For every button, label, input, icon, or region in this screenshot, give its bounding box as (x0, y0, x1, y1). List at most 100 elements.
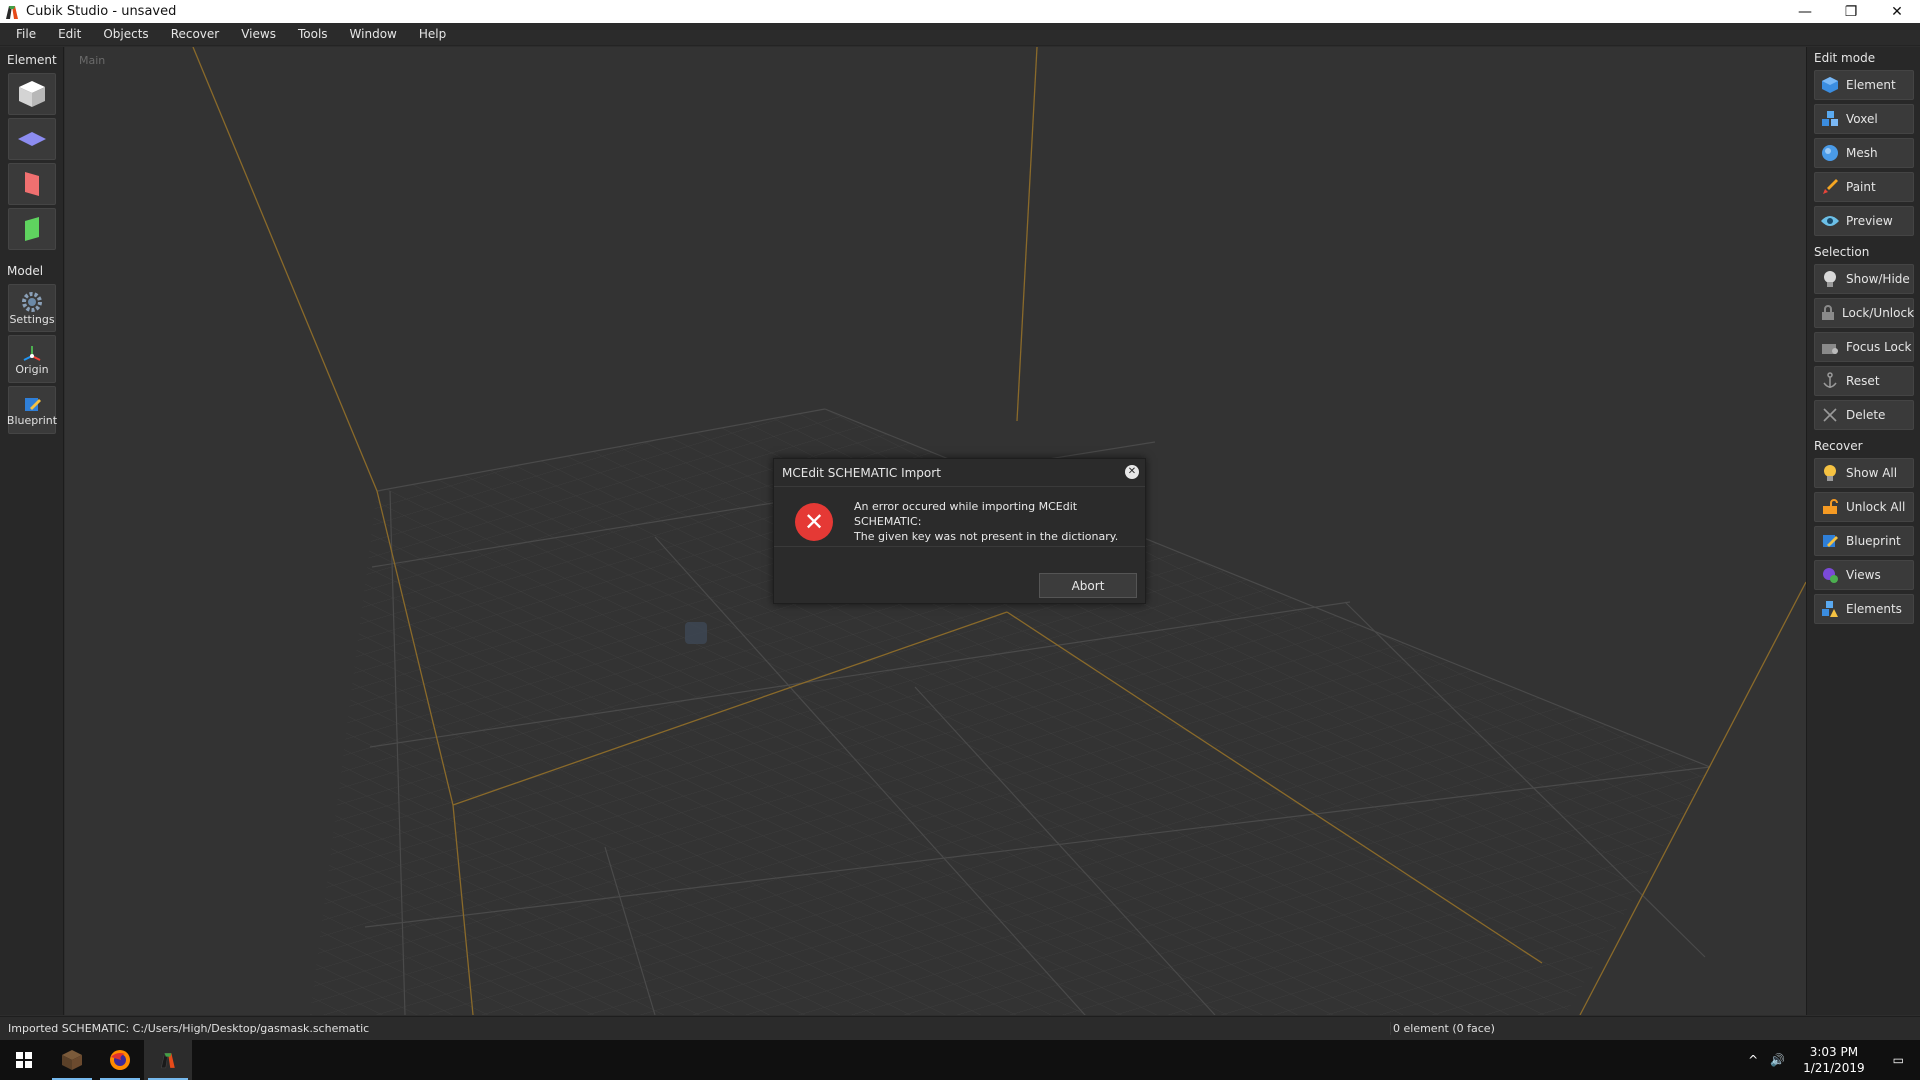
close-window-button[interactable]: ✕ (1874, 0, 1920, 23)
windows-taskbar: ^ 🔊 3:03 PM 1/21/2019 ▭ (0, 1040, 1920, 1080)
show-all-button[interactable]: Show All (1814, 458, 1914, 488)
delete-label: Delete (1846, 408, 1886, 422)
menu-window[interactable]: Window (339, 23, 408, 46)
dialog-close-icon[interactable]: ✕ (1125, 465, 1139, 479)
title-bar: Cubik Studio - unsaved — ❐ ✕ (0, 0, 1920, 23)
edit-mode-preview-button[interactable]: Preview (1814, 206, 1914, 236)
gear-icon (22, 291, 42, 312)
edit-mode-element-button[interactable]: Element (1814, 70, 1914, 100)
menu-objects[interactable]: Objects (92, 23, 159, 46)
eye-icon (1820, 211, 1840, 231)
minimize-button[interactable]: — (1782, 0, 1828, 23)
volume-icon[interactable]: 🔊 (1764, 1053, 1791, 1067)
dialog-title: MCEdit SCHEMATIC Import (774, 459, 1145, 487)
window-title: Cubik Studio - unsaved (26, 4, 177, 19)
reset-label: Reset (1846, 374, 1880, 388)
firefox-icon (110, 1050, 130, 1070)
focus-lock-icon (1820, 337, 1840, 357)
menu-file[interactable]: File (0, 23, 47, 46)
brush-icon (1820, 177, 1840, 197)
views-icon (1820, 565, 1840, 585)
selection-title: Selection (1814, 245, 1870, 259)
status-bar: Imported SCHEMATIC: C:/Users/High/Deskto… (0, 1016, 1920, 1040)
menu-help[interactable]: Help (408, 23, 457, 46)
green-face-icon (25, 217, 39, 241)
status-message: Imported SCHEMATIC: C:/Users/High/Deskto… (8, 1022, 370, 1035)
lock-icon (1820, 303, 1836, 323)
cubik-app-icon (6, 5, 18, 19)
taskbar-firefox[interactable] (96, 1040, 144, 1080)
cubik-studio-icon (160, 1052, 175, 1069)
notification-icon[interactable]: ▭ (1877, 1053, 1920, 1067)
taskbar-cubik-studio[interactable] (144, 1040, 192, 1080)
focus-lock-button[interactable]: Focus Lock (1814, 332, 1914, 362)
left-toolbar: Element Model Settings Origin Blueprint (0, 47, 64, 1015)
settings-label: Settings (9, 312, 55, 326)
dialog-message-line2: The given key was not present in the dic… (854, 530, 1119, 543)
error-icon: ✕ (795, 503, 833, 541)
delete-button[interactable]: Delete (1814, 400, 1914, 430)
voxel-icon (1820, 109, 1840, 129)
dialog-message-line1: An error occured while importing MCEdit … (854, 500, 1078, 528)
import-error-dialog: MCEdit SCHEMATIC Import ✕ ✕ An error occ… (773, 458, 1146, 604)
reset-button[interactable]: Reset (1814, 366, 1914, 396)
preview-label: Preview (1846, 214, 1893, 228)
menu-views[interactable]: Views (230, 23, 287, 46)
taskbar-minecraft[interactable] (48, 1040, 96, 1080)
sphere-icon (1820, 143, 1840, 163)
origin-axes-icon (23, 345, 41, 361)
settings-button[interactable]: Settings (8, 284, 56, 332)
mesh-label: Mesh (1846, 146, 1878, 160)
unlock-icon (1820, 497, 1840, 517)
abort-button[interactable]: Abort (1039, 573, 1137, 598)
recover-title: Recover (1814, 439, 1863, 453)
edit-mode-title: Edit mode (1814, 51, 1876, 65)
unlock-all-button[interactable]: Unlock All (1814, 492, 1914, 522)
dialog-message: An error occured while importing MCEdit … (854, 499, 1139, 544)
menu-recover[interactable]: Recover (160, 23, 231, 46)
show-hide-label: Show/Hide (1846, 272, 1910, 286)
viewport-label: Main (79, 54, 106, 67)
lock-unlock-button[interactable]: Lock/Unlock (1814, 298, 1914, 328)
right-panel: Edit mode Element Voxel Mesh Paint Previ… (1806, 47, 1920, 1015)
recover-elements-label: Elements (1846, 602, 1902, 616)
lock-unlock-label: Lock/Unlock (1842, 306, 1915, 320)
edit-mode-mesh-button[interactable]: Mesh (1814, 138, 1914, 168)
start-button[interactable] (0, 1040, 48, 1080)
blueprint-icon (25, 397, 41, 411)
clock[interactable]: 3:03 PM 1/21/2019 (1791, 1044, 1877, 1076)
cube-icon (19, 81, 45, 107)
add-face-x-button[interactable] (8, 163, 56, 205)
bulb-on-icon (1820, 463, 1840, 483)
bulb-icon (1820, 269, 1840, 289)
plane-icon (18, 132, 46, 146)
focus-lock-label: Focus Lock (1846, 340, 1912, 354)
origin-button[interactable]: Origin (8, 335, 56, 383)
recover-views-button[interactable]: Views (1814, 560, 1914, 590)
add-face-z-button[interactable] (8, 208, 56, 250)
clock-time: 3:03 PM (1809, 1045, 1859, 1059)
tray-chevron-icon[interactable]: ^ (1742, 1053, 1764, 1067)
add-cube-button[interactable] (8, 73, 56, 115)
blueprint-label: Blueprint (6, 413, 58, 427)
menu-tools[interactable]: Tools (287, 23, 339, 46)
show-hide-button[interactable]: Show/Hide (1814, 264, 1914, 294)
menu-bar: File Edit Objects Recover Views Tools Wi… (0, 23, 1920, 46)
recover-elements-button[interactable]: Elements (1814, 594, 1914, 624)
recover-blueprint-button[interactable]: Blueprint (1814, 526, 1914, 556)
menu-edit[interactable]: Edit (47, 23, 92, 46)
edit-mode-voxel-button[interactable]: Voxel (1814, 104, 1914, 134)
edit-mode-paint-button[interactable]: Paint (1814, 172, 1914, 202)
element-section-label: Element (7, 53, 57, 67)
voxel-label: Voxel (1846, 112, 1878, 126)
blueprint-pencil-icon (1820, 531, 1840, 551)
windows-start-icon (16, 1052, 32, 1068)
add-plane-button[interactable] (8, 118, 56, 160)
blueprint-button[interactable]: Blueprint (6, 386, 58, 434)
paint-label: Paint (1846, 180, 1876, 194)
restore-button[interactable]: ❐ (1828, 0, 1874, 23)
elements-warning-icon (1820, 599, 1840, 619)
delete-x-icon (1820, 405, 1840, 425)
clock-date: 1/21/2019 (1803, 1061, 1865, 1075)
system-tray: ^ 🔊 3:03 PM 1/21/2019 ▭ (1742, 1040, 1920, 1080)
